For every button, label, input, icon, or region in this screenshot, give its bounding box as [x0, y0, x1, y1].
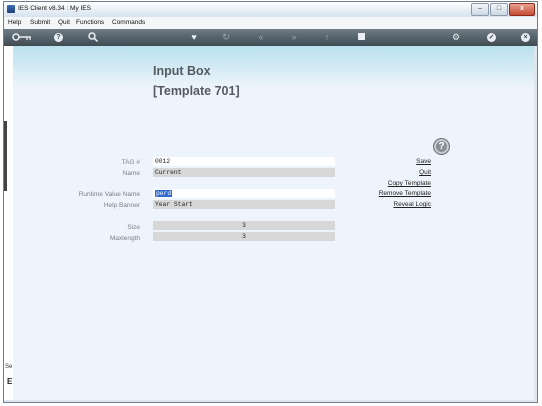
check-icon[interactable]: ✓ [487, 33, 496, 42]
menu-functions[interactable]: Functions [76, 19, 104, 26]
key-icon[interactable] [12, 32, 32, 45]
menu-commands[interactable]: Commands [112, 19, 145, 26]
menu-quit[interactable]: Quit [58, 19, 70, 26]
size-label: Size [127, 224, 140, 231]
refresh-icon[interactable]: ↻ [220, 32, 232, 43]
name-label: Name [122, 170, 140, 177]
tag-field[interactable]: 0012 [153, 157, 335, 166]
page-title: Input Box [153, 64, 211, 78]
menu-help[interactable]: Help [8, 19, 21, 26]
close-icon[interactable]: × [521, 33, 530, 42]
help-banner-label: Help Banner [103, 202, 140, 209]
toolbar: ? ♥ ↻ « » ↑ ⚙ ✓ × [4, 29, 537, 46]
app-window: IES Client v8.34 : My IES – □ x Help Sub… [3, 1, 538, 403]
runtime-value-name-text: perd [155, 190, 173, 197]
app-icon [7, 5, 15, 13]
size-field[interactable]: 3 [153, 221, 335, 230]
title-bar: IES Client v8.34 : My IES – □ x [4, 2, 537, 17]
stop-icon[interactable] [356, 32, 366, 43]
window-controls: – □ x [470, 3, 535, 16]
settings-icon[interactable]: ⚙ [450, 32, 462, 43]
header-band [13, 46, 534, 88]
help-button[interactable]: ? [433, 138, 450, 155]
left-divider [4, 121, 7, 191]
search-icon[interactable] [87, 32, 99, 45]
sidebar-glyph: E [7, 377, 13, 386]
heart-icon[interactable]: ♥ [188, 32, 200, 43]
fast-forward-icon[interactable]: » [287, 32, 301, 43]
main-content: Input Box [Template 701] TAG # 0012 Name… [13, 46, 534, 400]
reveal-logic-link[interactable]: Reveal Logic [393, 201, 431, 208]
help-icon[interactable]: ? [54, 33, 63, 42]
save-link[interactable]: Save [416, 158, 431, 165]
menu-bar: Help Submit Quit Functions Commands [4, 17, 537, 29]
maxlength-field[interactable]: 3 [153, 232, 335, 241]
runtime-value-name-field[interactable]: perd [153, 189, 335, 198]
window-title: IES Client v8.34 : My IES [18, 5, 91, 12]
copy-template-link[interactable]: Copy Template [388, 180, 431, 187]
maxlength-label: Maxlength [110, 235, 140, 242]
page-subtitle: [Template 701] [153, 84, 240, 98]
remove-template-link[interactable]: Remove Template [379, 190, 431, 197]
rewind-icon[interactable]: « [254, 32, 268, 43]
name-field[interactable]: Current [153, 168, 335, 177]
tag-label: TAG # [121, 159, 140, 166]
minimize-button[interactable]: – [471, 3, 489, 16]
left-strip: Se E [4, 46, 13, 400]
close-window-button[interactable]: x [509, 3, 535, 16]
help-banner-field[interactable]: Year Start [153, 200, 335, 209]
menu-submit[interactable]: Submit [30, 19, 50, 26]
quit-link[interactable]: Quit [419, 169, 431, 176]
sidebar-label: Se [5, 364, 13, 370]
upload-icon[interactable]: ↑ [322, 32, 332, 43]
runtime-value-name-label: Runtime Value Name [78, 191, 140, 198]
maximize-button[interactable]: □ [490, 3, 508, 16]
